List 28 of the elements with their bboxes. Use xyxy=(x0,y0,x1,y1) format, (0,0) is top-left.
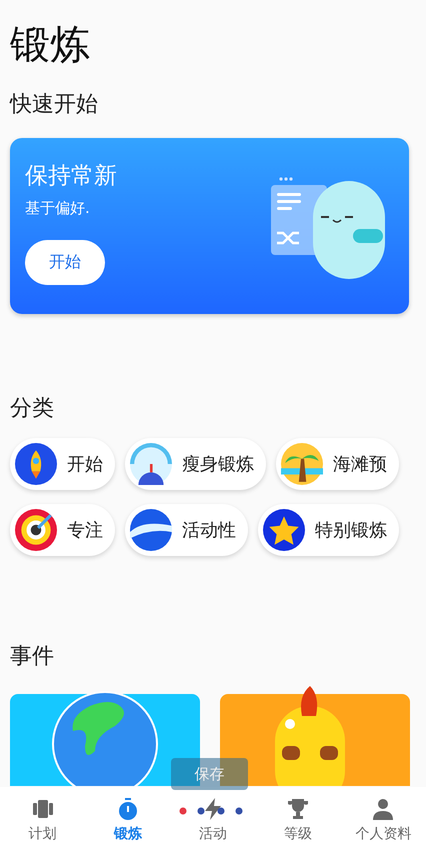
category-chip[interactable]: 瘦身锻炼 xyxy=(125,438,266,490)
target-icon xyxy=(15,509,57,551)
nav-tab[interactable]: 锻炼 xyxy=(85,787,170,850)
category-chip[interactable]: 专注 xyxy=(10,504,115,556)
category-chip[interactable]: 海滩预 xyxy=(276,438,399,490)
section-heading: 分类 xyxy=(10,395,55,423)
page-title: 锻炼 xyxy=(10,21,91,70)
category-chip[interactable]: 开始 xyxy=(10,438,115,490)
section-heading: 事件 xyxy=(10,643,55,671)
category-chip[interactable]: 特别锻炼 xyxy=(258,504,399,556)
nav-tab[interactable]: 活动 xyxy=(170,787,256,850)
person-icon xyxy=(371,797,396,821)
rocket-icon xyxy=(15,443,57,485)
cards-icon xyxy=(30,797,55,821)
nav-tab[interactable]: 个人资料 xyxy=(340,787,426,850)
palm-icon xyxy=(281,443,323,485)
wave-icon xyxy=(130,509,172,551)
quick-start-card[interactable]: 保持常新 基于偏好. 开始 xyxy=(10,138,409,314)
start-button[interactable]: 开始 xyxy=(25,240,105,285)
section-heading: 快速开始 xyxy=(10,91,99,119)
gauge-icon xyxy=(130,443,172,485)
nav-tab[interactable]: 计划 xyxy=(0,787,86,850)
card-title: 保持常新 xyxy=(25,162,117,191)
category-chip[interactable]: 活动性 xyxy=(125,504,248,556)
trophy-icon xyxy=(286,797,310,821)
card-subtitle: 基于偏好. xyxy=(25,199,90,218)
page-dots-icon xyxy=(179,807,243,815)
nav-tab[interactable]: 等级 xyxy=(256,787,341,850)
